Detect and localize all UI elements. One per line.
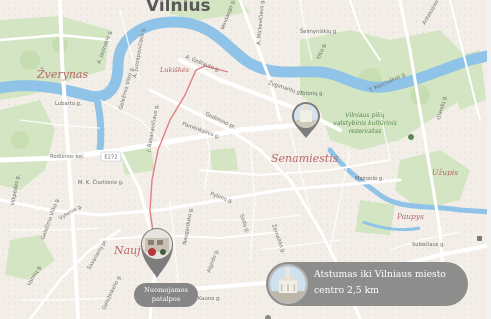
cathedral-photo-icon — [270, 266, 306, 302]
route-number: E272 — [104, 155, 117, 161]
street-label-totoriu: Totorių g. — [299, 91, 324, 97]
info-box-avatar — [268, 264, 308, 304]
city-label: Vilnius — [146, 0, 211, 16]
building-photo-icon — [142, 229, 172, 259]
street-label-subaciaus: Subačiaus g. — [412, 241, 445, 248]
distance-info-text: Atstumas iki Vilniaus miesto centro 2,5 … — [314, 269, 446, 296]
map-edge — [487, 0, 491, 319]
route-shield: E272 — [100, 151, 122, 162]
district-label-naujamiestis: Nauj — [113, 244, 141, 257]
district-label-uzupis: Užupis — [432, 168, 458, 177]
street-label-maironio: Maironio g. — [355, 176, 384, 182]
street-label-rodunes: Rodūnios kel. — [50, 154, 85, 160]
street-label-ciurlionio: M. K. Čiurlionio g. — [78, 179, 124, 186]
district-label-paupys: Paupys — [396, 212, 424, 221]
destination-marker-label: Nuomojamos patalpos — [134, 283, 198, 307]
district-label-lukiskes: Lukiškės — [159, 66, 190, 74]
poi-square-icon — [477, 236, 482, 241]
street-label-seimyniskiu: Šeimyniškių g. — [300, 28, 338, 35]
park-label-text: Vilniaus pilių valstybinis kultūrinis re… — [333, 112, 397, 135]
street-label-kauno: Kauno g. — [198, 296, 221, 302]
map-view[interactable]: E272 Vilnius Žverynas Senamiestis Nauj U… — [0, 0, 491, 319]
district-label-senamiestis: Senamiestis — [271, 152, 339, 165]
cathedral-photo-icon — [294, 104, 318, 128]
district-label-zverynas: Žverynas — [36, 67, 88, 81]
street-label-lubarto: Lubarto g. — [55, 101, 82, 107]
viewpoint-icon — [408, 134, 414, 140]
